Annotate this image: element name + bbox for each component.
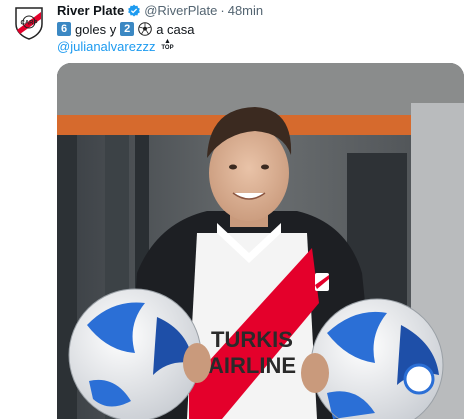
home-text: a casa: [156, 21, 195, 37]
mention-line: @julianalvarezzz ▲ TOP: [57, 38, 176, 54]
top-arrow-icon: ▲ TOP: [161, 38, 174, 51]
mention-link[interactable]: @julianalvarezzz: [57, 39, 155, 54]
match-ball-left: [68, 288, 202, 419]
author-handle[interactable]: @RiverPlate: [144, 3, 217, 19]
separator-dot: ·: [220, 3, 225, 18]
player-photo: TURKIS AIRLINE: [57, 63, 464, 419]
sponsor-line-1: TURKIS: [211, 327, 293, 352]
svg-text:CARP: CARP: [20, 21, 37, 27]
goals-text: goles y: [75, 21, 117, 37]
tweet-media-photo[interactable]: TURKIS AIRLINE: [57, 63, 464, 419]
avatar[interactable]: CARP: [14, 6, 44, 40]
keycap-two-icon: 2: [120, 22, 135, 36]
river-plate-crest-icon: CARP: [15, 7, 43, 40]
keycap-six-icon: 6: [57, 22, 71, 36]
soccer-ball-icon: [138, 22, 153, 36]
author-name[interactable]: River Plate: [57, 3, 124, 19]
tweet-text: 6 goles y 2 a casa: [57, 20, 195, 38]
sponsor-line-2: AIRLINE: [208, 353, 296, 378]
verified-badge-icon: [127, 4, 141, 18]
tweet-header: River Plate @RiverPlate · 48min: [57, 3, 263, 19]
timestamp[interactable]: 48min: [228, 3, 263, 19]
top-label: TOP: [161, 45, 174, 51]
